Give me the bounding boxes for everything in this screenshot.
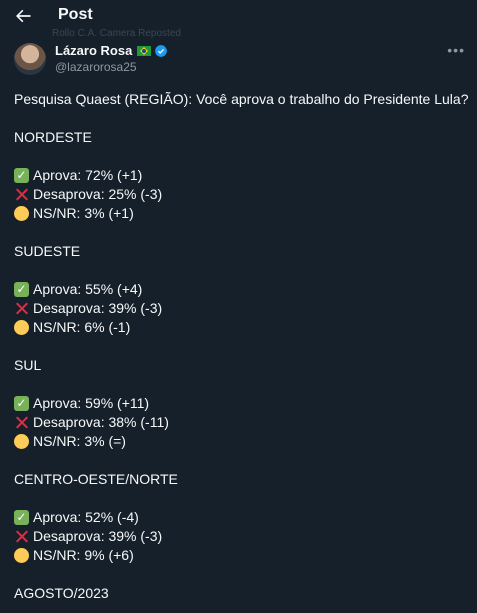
yellow-circle-icon — [14, 206, 29, 221]
cross-mark-icon — [14, 415, 29, 430]
author-name-row[interactable]: Lázaro Rosa — [55, 43, 168, 58]
nsnr-line: NS/NR: 3% (=) — [14, 432, 469, 451]
yellow-circle-icon — [14, 434, 29, 449]
top-bar: Post Rollo C.A. Camera Reposted — [0, 0, 477, 39]
disapprove-line: Desaprova: 39% (-3) — [14, 299, 469, 318]
page-title: Post — [58, 6, 93, 23]
arrow-left-icon[interactable] — [13, 6, 33, 26]
repost-context-text: Rollo C.A. Camera Reposted — [52, 28, 181, 39]
disapprove-line: Desaprova: 38% (-11) — [14, 413, 469, 432]
check-mark-icon: ✓ — [14, 168, 29, 183]
region-heading: SUDESTE — [14, 243, 81, 259]
cross-mark-icon — [14, 529, 29, 544]
cross-mark-icon — [14, 187, 29, 202]
yellow-circle-icon — [14, 548, 29, 563]
yellow-circle-icon — [14, 320, 29, 335]
check-mark-icon: ✓ — [14, 510, 29, 525]
post-footer-date: AGOSTO/2023 — [14, 585, 109, 601]
disapprove-line: Desaprova: 39% (-3) — [14, 527, 469, 546]
more-icon[interactable]: ••• — [447, 42, 465, 58]
brazil-flag-icon — [137, 45, 152, 56]
post-intro: Pesquisa Quaest (REGIÃO): Você aprova o … — [14, 91, 469, 107]
nsnr-line: NS/NR: 9% (+6) — [14, 546, 469, 565]
author-name[interactable]: Lázaro Rosa — [55, 43, 132, 58]
nsnr-line: NS/NR: 3% (+1) — [14, 204, 469, 223]
approve-line: ✓ Aprova: 52% (-4) — [14, 508, 469, 527]
region-heading: CENTRO-OESTE/NORTE — [14, 471, 178, 487]
check-mark-icon: ✓ — [14, 282, 29, 297]
disapprove-line: Desaprova: 25% (-3) — [14, 185, 469, 204]
nsnr-line: NS/NR: 6% (-1) — [14, 318, 469, 337]
avatar[interactable] — [14, 43, 46, 75]
region-heading: SUL — [14, 357, 42, 373]
post-body: Pesquisa Quaest (REGIÃO): Você aprova o … — [14, 90, 469, 603]
region-heading: NORDESTE — [14, 129, 92, 145]
approve-line: ✓ Aprova: 59% (+11) — [14, 394, 469, 413]
approve-line: ✓ Aprova: 72% (+1) — [14, 166, 469, 185]
check-mark-icon: ✓ — [14, 396, 29, 411]
cross-mark-icon — [14, 301, 29, 316]
author-handle[interactable]: @lazarorosa25 — [55, 60, 137, 74]
verified-badge-icon — [155, 44, 168, 57]
approve-line: ✓ Aprova: 55% (+4) — [14, 280, 469, 299]
